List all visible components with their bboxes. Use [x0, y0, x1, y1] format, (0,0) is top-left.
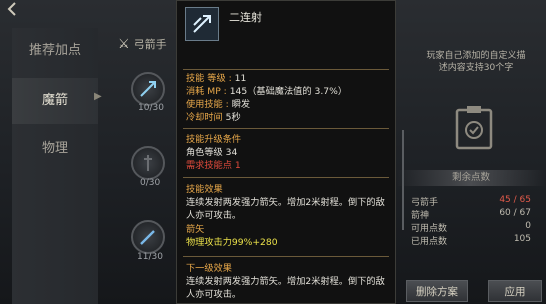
mp-value: 145（基础魔法值的 3.7%） [229, 86, 348, 97]
effect-text-1: 连续发射两发强力箭矢。增加2米射程。倒下的敌 [186, 197, 385, 208]
next-level-header: 下一级效果 [186, 263, 232, 274]
use-value: 瞬发 [231, 99, 251, 110]
arrow-label: 箭矢 [186, 224, 205, 235]
cooldown-label: 冷却时间 [186, 112, 226, 123]
skill-slot-dagger[interactable] [131, 220, 165, 254]
skill-slot-locked[interactable] [131, 146, 165, 180]
custom-description-line2: 述内容支持30个字 [438, 63, 514, 73]
stat-value: 45 / 65 [499, 195, 531, 205]
skill-point-req: 需求技能点 1 [186, 160, 241, 171]
custom-description-line1: 玩家自己添加的自定义描 [426, 51, 526, 61]
skill-count-1: 10/30 [138, 103, 164, 113]
plan-panel: 玩家自己添加的自定义描 述内容支持30个字 剩余点数 弓箭手 45 / 65 箭神… [396, 0, 546, 304]
double-shot-icon [185, 7, 219, 41]
crossed-swords-icon: ⚔ [118, 37, 130, 52]
effect-header: 技能效果 [186, 184, 223, 195]
divider [183, 256, 389, 257]
clipboard-check-icon [455, 106, 493, 150]
level-label: 技能 等级 : [186, 73, 235, 84]
stat-value: 0 [525, 221, 531, 231]
divider [183, 128, 389, 129]
mp-label: 消耗 MP : [186, 86, 230, 97]
skill-count-2: 0/30 [140, 178, 161, 188]
tab-physical[interactable]: 物理 [12, 126, 98, 172]
next-effect-text-1: 连续发射两发强力箭矢。增加2米射程。倒下的敌 [186, 276, 385, 287]
category-tabs: 推荐加点 魔箭 物理 [12, 28, 98, 304]
custom-description[interactable]: 玩家自己添加的自定义描 述内容支持30个字 [420, 50, 532, 74]
tab-pointer-icon: ▶ [94, 91, 102, 102]
stat-value: 60 / 67 [499, 208, 531, 218]
class-label: 弓箭手 [133, 38, 167, 51]
tab-recommended[interactable]: 推荐加点 [12, 28, 98, 74]
arrow-skill-icon [140, 81, 156, 97]
next-effect-text-2: 人亦可攻击。 [186, 289, 242, 300]
level-value: 11 [234, 73, 247, 84]
tab-magic-arrow[interactable]: 魔箭 [12, 78, 98, 124]
stat-label: 弓箭手 [411, 198, 439, 208]
divider [183, 177, 389, 178]
delete-plan-button[interactable]: 删除方案 [406, 280, 468, 302]
locked-skill-icon [144, 155, 152, 171]
remaining-points-header: 剩余点数 [396, 170, 546, 186]
stat-label: 箭神 [411, 211, 430, 221]
divider [183, 69, 389, 70]
skill-slot-double-shot[interactable] [131, 72, 165, 106]
upgrade-header: 技能升级条件 [186, 134, 242, 145]
skill-title: 二连射 [229, 11, 262, 24]
stat-used: 已用点数 105 [411, 234, 531, 247]
stat-archer: 弓箭手 45 / 65 [411, 195, 531, 208]
tree-header: ⚔ 弓箭手 [118, 36, 167, 52]
effect-text-2: 人亦可攻击。 [186, 210, 242, 221]
skill-count-3: 11/30 [137, 252, 163, 262]
stat-label: 已用点数 [411, 237, 448, 247]
stat-arrow-god: 箭神 60 / 67 [411, 208, 531, 221]
stat-value: 105 [513, 234, 531, 244]
stat-available: 可用点数 0 [411, 221, 531, 234]
apply-button[interactable]: 应用 [488, 280, 542, 302]
arrow-damage: 物理攻击力99%+280 [186, 237, 278, 248]
stat-label: 可用点数 [411, 224, 448, 234]
skill-window: 推荐加点 魔箭 物理 ▶ ⚔ 弓箭手 10/30 0/30 11/30 二连射 技… [0, 0, 546, 304]
dagger-skill-icon [140, 230, 155, 245]
back-arrow-icon[interactable] [4, 0, 22, 18]
cooldown-value: 5秒 [225, 112, 241, 123]
char-level-req: 角色等级 34 [186, 147, 238, 158]
skill-tooltip: 二连射 技能 等级 : 11 消耗 MP : 145（基础魔法值的 3.7%） … [176, 0, 396, 304]
use-label: 使用技能 : [186, 99, 232, 110]
